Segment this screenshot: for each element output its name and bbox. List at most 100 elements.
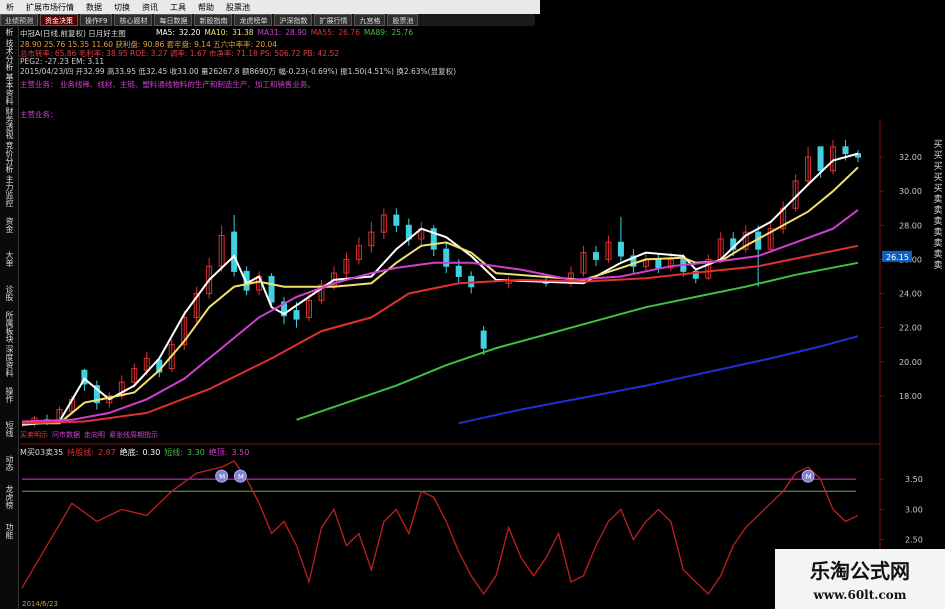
- tab-9[interactable]: 九宫格: [354, 14, 386, 26]
- business-desc: 主营业务： 业务线稀、线材、主链、塑料通线物料的生产和制造生产、加工和销售业务。: [20, 80, 315, 89]
- price-tick-label: 28.00: [899, 221, 922, 230]
- right-strip-item-4[interactable]: 买: [931, 184, 945, 195]
- left-strip-item-7[interactable]: 大单: [0, 242, 18, 276]
- candle-body: [592, 252, 599, 260]
- tab-7[interactable]: 沪深指数: [274, 14, 313, 26]
- right-strip-item-8[interactable]: 卖: [931, 228, 945, 239]
- tab-6[interactable]: 龙虎榜单: [234, 14, 273, 26]
- indicator-value-2: 3.30: [187, 448, 205, 457]
- watermark-url: www.60lt.com: [813, 588, 907, 602]
- tab-8[interactable]: 扩展行情: [314, 14, 353, 26]
- menu-item-7[interactable]: 股票池: [220, 0, 256, 14]
- left-strip-item-10[interactable]: 深度资料: [0, 344, 18, 378]
- right-strip-item-5[interactable]: 卖: [931, 195, 945, 206]
- ma-line-MA144: [458, 335, 859, 425]
- tab-1[interactable]: 资金决策: [40, 14, 78, 26]
- left-strip-item-14[interactable]: 龙虎榜: [0, 480, 18, 514]
- right-strip-item-9[interactable]: 卖: [931, 239, 945, 250]
- left-function-strip: 析技术分析 基本资料 财务透视 竞价分析 主力监控 资金 大单 诊股 所属板块 深度资料 操作 短线动…: [0, 26, 19, 609]
- candle-body: [393, 214, 400, 226]
- ma-value-3: 26.76: [338, 28, 360, 37]
- price-tick-label: 18.00: [899, 392, 922, 401]
- indicator-value-1: 0.30: [142, 448, 161, 457]
- ma-value-2: 28.90: [285, 28, 307, 37]
- indicator-tick-label: 3.50: [905, 475, 923, 484]
- left-strip-item-13[interactable]: 动态: [0, 446, 18, 480]
- info-row-5: 2015/04/23/四 开32.99 高33.95 低32.45 收33.00…: [20, 67, 457, 76]
- tab-10[interactable]: 股票池: [387, 14, 419, 26]
- tab-2[interactable]: 操作F9: [80, 14, 113, 26]
- tab-5[interactable]: 新股指南: [194, 14, 233, 26]
- menu-item-4[interactable]: 资讯: [136, 0, 164, 14]
- menu-item-1[interactable]: 扩展市场行情: [20, 0, 80, 14]
- candle-body: [268, 275, 275, 303]
- menu-item-6[interactable]: 帮助: [192, 0, 220, 14]
- right-strip-item-3[interactable]: 买: [931, 173, 945, 184]
- sell-signal-glyph: M: [219, 473, 225, 481]
- left-strip-item-8[interactable]: 诊股: [0, 276, 18, 310]
- indicator-value-3: 3.50: [231, 448, 250, 457]
- menu-item-3[interactable]: 切换: [108, 0, 136, 14]
- left-strip-item-15[interactable]: 功能: [0, 514, 18, 548]
- indicator-tick-label: 3.00: [905, 505, 923, 514]
- indicator-label-3: 绝顶:: [208, 448, 228, 457]
- right-strip-item-7[interactable]: 卖: [931, 217, 945, 228]
- ma-legend: MA5: 32.20 MA10: 31.38 MA31: 28.90 MA55: 26.76 M…: [156, 28, 417, 37]
- ma-label-2: MA31:: [257, 28, 282, 37]
- candle-body: [817, 146, 824, 172]
- tab-4[interactable]: 每日数据: [154, 14, 193, 26]
- left-strip-item-4[interactable]: 竞价分析: [0, 140, 18, 174]
- indicator-value-0: 2.87: [97, 448, 116, 457]
- business-label: 主营业务：: [20, 110, 58, 119]
- left-strip-item-5[interactable]: 主力监控: [0, 174, 18, 208]
- price-tick-label: 24.00: [899, 290, 922, 299]
- indicator-tick-label: 2.50: [905, 536, 923, 545]
- ma-value-4: 25.76: [391, 28, 414, 37]
- price-tick-label: 22.00: [899, 324, 922, 333]
- left-strip-item-6[interactable]: 资金: [0, 208, 18, 242]
- left-strip-item-12[interactable]: 短线: [0, 412, 18, 446]
- left-strip-item-0[interactable]: 析: [0, 26, 18, 38]
- ma-label-3: MA55:: [310, 28, 335, 37]
- price-tick-label: 30.00: [899, 187, 922, 196]
- left-strip-item-1[interactable]: 技术分析: [0, 38, 18, 72]
- candle-body: [655, 258, 662, 269]
- left-strip-item-3[interactable]: 财务透视: [0, 106, 18, 140]
- menu-item-2[interactable]: 数据: [80, 0, 108, 14]
- watermark: 乐淘公式网 www.60lt.com: [775, 549, 945, 609]
- ma-label-4: MA89:: [363, 28, 388, 37]
- indicator-line: [21, 460, 859, 596]
- indicator-name: M买03卖35: [20, 448, 64, 457]
- ma-label-1: MA10:: [204, 28, 229, 37]
- ma-line-MA55: [21, 244, 859, 425]
- tab-3[interactable]: 核心题材: [114, 14, 153, 26]
- sell-signal-glyph: M: [238, 473, 244, 481]
- menubar: 析扩展市场行情 数据 切换 资讯 工具 帮助 股票池: [0, 0, 540, 14]
- left-strip-item-9[interactable]: 所属板块: [0, 310, 18, 344]
- signal-legend: 买卖明示 问市数据 走向明 紧张线周期指示: [20, 430, 162, 440]
- stock-title: 中冠A(日线,前复权) 日月好主图: [20, 29, 126, 38]
- info-row-4: PEG2: -27.23 EM: 3.11: [20, 57, 105, 66]
- left-strip-item-11[interactable]: 操作: [0, 378, 18, 412]
- tab-0[interactable]: 业绩预测: [0, 14, 38, 26]
- signal-legend-item-3: 紧张线周期指示: [109, 431, 158, 439]
- right-strip-item-11[interactable]: 卖: [931, 261, 945, 272]
- candle-body: [480, 330, 487, 349]
- right-strip-item-1[interactable]: 买: [931, 151, 945, 162]
- right-strip-item-6[interactable]: 卖: [931, 206, 945, 217]
- menu-item-5[interactable]: 工具: [164, 0, 192, 14]
- right-strip-item-2[interactable]: 买: [931, 162, 945, 173]
- indicator-legend: M买03卖35 持股线: 2.87 绝底: 0.30 短线: 3.30 绝顶: 3.50: [20, 447, 253, 458]
- signal-legend-item-2: 走向明: [84, 431, 105, 439]
- chart-canvas[interactable]: 32.0030.0028.0026.0024.0022.0020.0018.00…: [0, 0, 945, 609]
- indicator-label-1: 绝底:: [119, 448, 139, 457]
- right-strip-item-0[interactable]: 买: [931, 140, 945, 151]
- ma-label-0: MA5:: [156, 28, 175, 37]
- right-strip-item-10[interactable]: 卖: [931, 250, 945, 261]
- tab-bar: 业绩预测 资金决策 操作F9 核心题材 每日数据 新股指南 龙虎榜单 沪深指数 扩展行情 九宫格股…: [0, 14, 535, 26]
- price-tick-label: 32.00: [899, 153, 922, 162]
- left-strip-item-2[interactable]: 基本资料: [0, 72, 18, 106]
- menu-item-0[interactable]: 析: [0, 0, 20, 14]
- candle-body: [293, 310, 300, 320]
- date-label: 2014/6/23: [22, 600, 58, 608]
